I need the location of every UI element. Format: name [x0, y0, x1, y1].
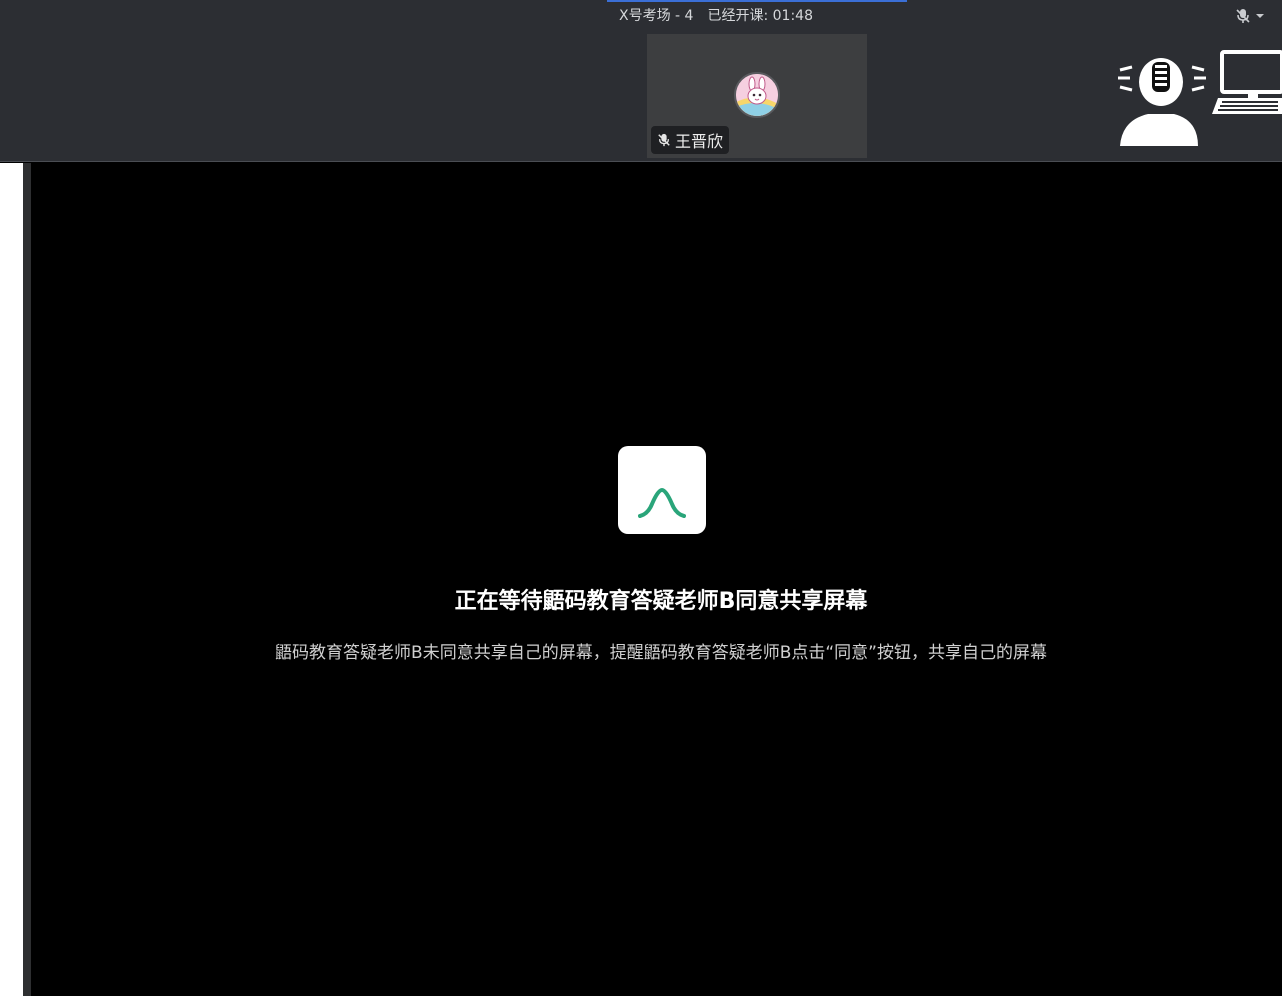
bunny-avatar-icon: [736, 74, 778, 116]
room-name: X号考场 - 4: [619, 8, 694, 24]
top-bar: X号考场 - 4 已经开课: 01:48 王晋欣: [0, 0, 1282, 162]
participant-video-tile[interactable]: 王晋欣: [647, 34, 867, 158]
mic-muted-icon: [658, 133, 670, 147]
app-logo-icon: [618, 446, 706, 534]
session-header: X号考场 - 4 已经开课: 01:48: [0, 6, 1282, 26]
mic-settings-button[interactable]: [1232, 5, 1268, 27]
share-wait-title: 正在等待鼯码教育答疑老师B同意共享屏幕: [454, 589, 868, 614]
participant-name-tag: 王晋欣: [651, 126, 730, 154]
mic-muted-icon: [1236, 9, 1250, 23]
top-accent-line: [607, 0, 907, 2]
elapsed-time: 已经开课: 01:48: [707, 8, 813, 24]
participant-avatar: [734, 72, 780, 118]
share-wait-description: 鼯码教育答疑老师B未同意共享自己的屏幕，提醒鼯码教育答疑老师B点击“同意”按钮，…: [275, 643, 1047, 663]
side-panel-strip: [0, 163, 23, 996]
participant-name: 王晋欣: [675, 132, 724, 151]
chevron-down-icon: [1256, 14, 1264, 18]
side-panel-divider[interactable]: [23, 163, 31, 996]
screen-share-stage: [31, 163, 1282, 996]
presenter-computer-icon: [1112, 48, 1282, 148]
